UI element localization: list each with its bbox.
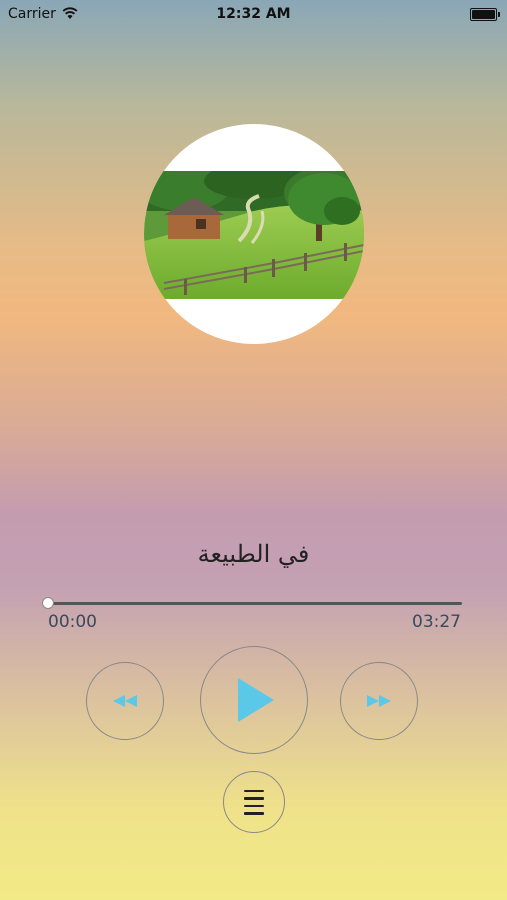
track-title: في الطبيعة xyxy=(197,540,310,568)
fast-forward-button[interactable] xyxy=(340,662,418,740)
current-time: 00:00 xyxy=(48,612,97,632)
playlist-menu-icon xyxy=(244,789,264,815)
fast-forward-icon xyxy=(367,695,391,707)
battery-icon xyxy=(470,8,500,21)
rewind-icon xyxy=(113,695,137,707)
rewind-button[interactable] xyxy=(86,662,164,740)
total-time: 03:27 xyxy=(412,612,461,632)
play-button[interactable] xyxy=(200,646,308,754)
landscape-cabin-image xyxy=(144,171,364,299)
status-bar: Carrier 12:32 AM xyxy=(0,0,507,28)
progress-thumb[interactable] xyxy=(42,597,54,609)
album-artwork xyxy=(144,124,364,344)
progress-slider[interactable] xyxy=(42,597,462,609)
playlist-menu-button[interactable] xyxy=(223,771,285,833)
play-icon xyxy=(238,678,274,722)
clock: 12:32 AM xyxy=(216,6,291,22)
